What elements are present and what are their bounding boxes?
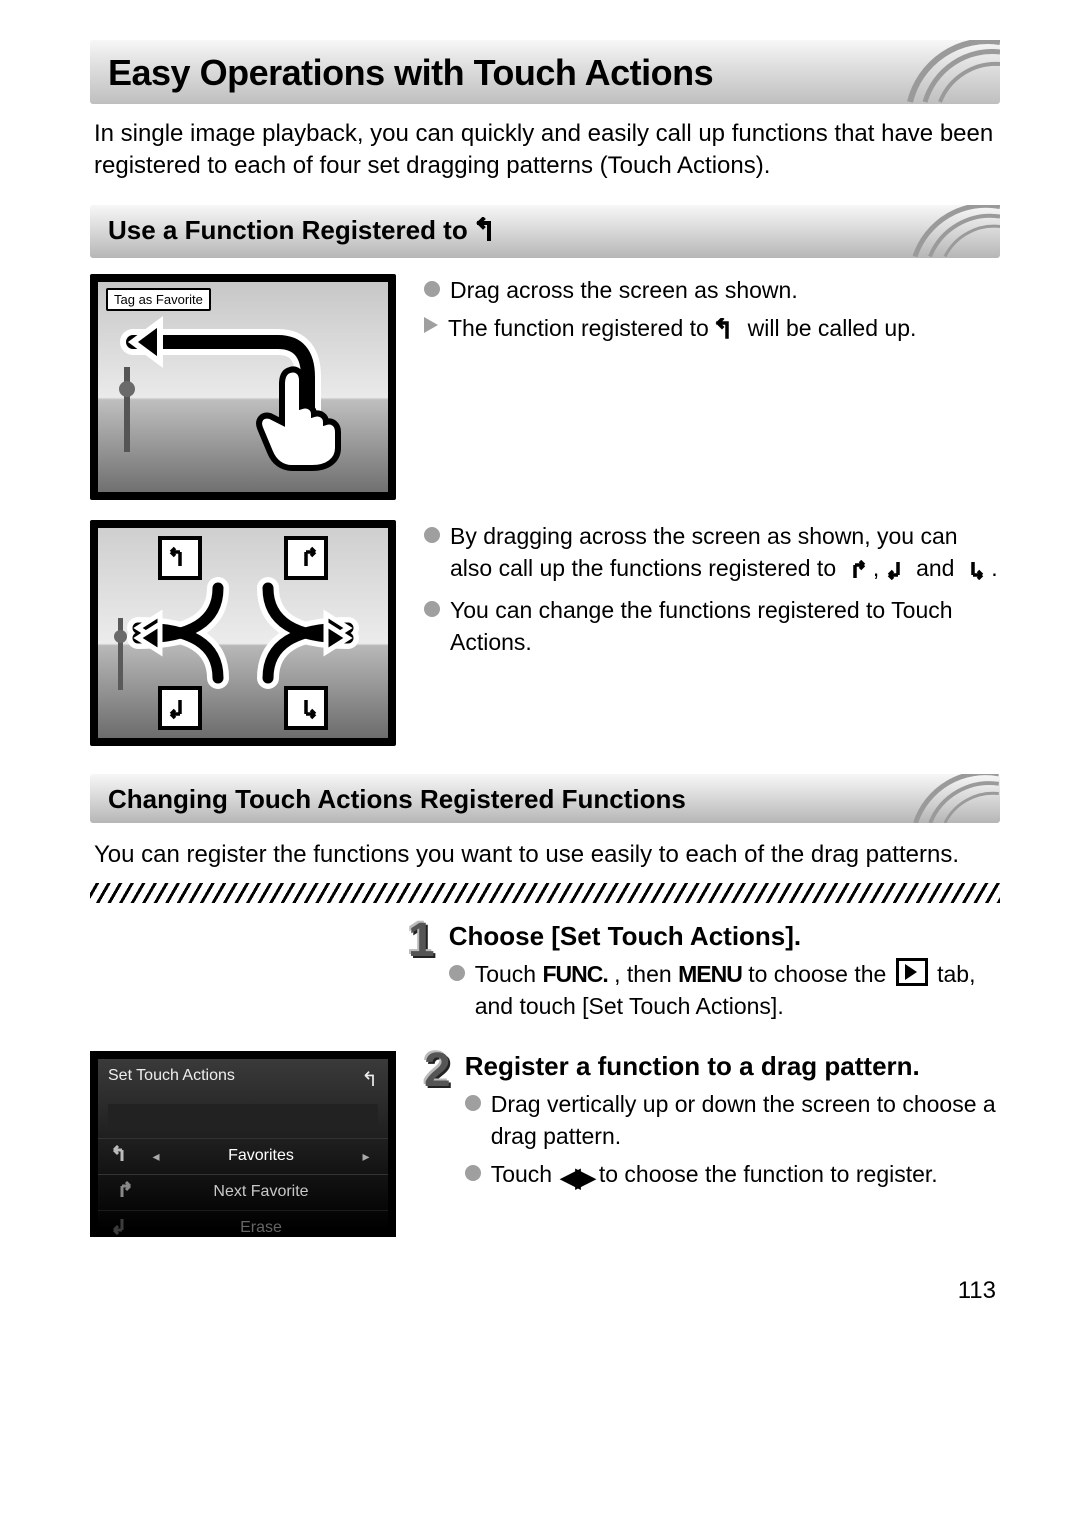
up-right-arrow-icon — [112, 1181, 148, 1204]
use-function-bullets-a: Drag across the screen as shown. The fun… — [424, 274, 1000, 500]
settings-header-label: Set Touch Actions — [108, 1067, 235, 1092]
four-direction-arrows — [98, 528, 388, 738]
bullet-text: Drag across the screen as shown. — [450, 274, 1000, 306]
down-right-arrow-icon — [961, 556, 985, 588]
result-triangle-icon — [424, 317, 438, 333]
subtitle-arc-decor — [880, 774, 1000, 823]
bullet-dot-icon — [424, 281, 440, 297]
bullet-text: Touch FUNC. , then MENU to choose the ta… — [475, 958, 1000, 1022]
bullet-text: Touch ◀▶ to choose the function to regis… — [491, 1158, 1000, 1195]
step-2-row: Set Touch Actions ↰ ◂ Favorites ▸ Next F… — [90, 1051, 1000, 1237]
use-function-title-text: Use a Function Registered to — [108, 215, 475, 245]
settings-row-label: Next Favorite — [164, 1183, 358, 1201]
bullet-dot-icon — [465, 1165, 481, 1181]
manual-page: Easy Operations with Touch Actions In si… — [0, 0, 1080, 1345]
use-function-row-2: By dragging across the screen as shown, … — [90, 520, 1000, 746]
up-right-arrow-icon — [843, 556, 867, 588]
menu-label: MENU — [678, 961, 742, 987]
use-function-section-title: Use a Function Registered to — [90, 205, 1000, 258]
step-title: Register a function to a drag pattern. — [465, 1051, 1000, 1082]
left-caret-icon: ◂ — [148, 1148, 164, 1165]
page-number: 113 — [90, 1277, 996, 1305]
left-right-arrows-icon: ◀▶ — [560, 1159, 590, 1195]
lead-paragraph: In single image playback, you can quickl… — [94, 118, 996, 183]
use-function-row-1: Tag as Favorite Drag across the screen a… — [90, 274, 1000, 500]
changing-functions-title-text: Changing Touch Actions Registered Functi… — [108, 784, 686, 814]
bullet-text: By dragging across the screen as shown, … — [450, 520, 1000, 588]
step-title: Choose [Set Touch Actions]. — [449, 921, 1000, 952]
step-number: 2 — [424, 1047, 451, 1202]
bullet-dot-icon — [424, 527, 440, 543]
step-number: 1 — [408, 917, 435, 1028]
settings-row-label: Favorites — [164, 1147, 358, 1165]
right-caret-icon: ▸ — [358, 1148, 374, 1165]
bullet-dot-icon — [465, 1095, 481, 1111]
settings-row: Next Favorite — [98, 1174, 388, 1210]
back-arrow-icon: ↰ — [361, 1067, 378, 1092]
drag-gesture-screenshot: Tag as Favorite — [90, 274, 396, 500]
up-left-arrow-icon — [475, 217, 505, 250]
down-left-arrow-icon — [112, 1217, 148, 1240]
pointing-hand-icon — [248, 362, 348, 472]
func-label: FUNC. — [542, 961, 607, 987]
settings-tab-bar — [108, 1104, 378, 1128]
changing-functions-section-title: Changing Touch Actions Registered Functi… — [90, 774, 1000, 823]
bullet-text: The function registered to will be calle… — [448, 312, 1000, 348]
settings-row: ◂ Favorites ▸ — [98, 1138, 388, 1174]
four-directions-screenshot — [90, 520, 396, 746]
up-left-arrow-icon — [715, 316, 741, 348]
playback-tab-icon — [896, 958, 928, 986]
title-arc-decor — [870, 40, 1000, 104]
settings-row: Erase — [98, 1210, 388, 1246]
bullet-dot-icon — [449, 965, 465, 981]
bullet-dot-icon — [424, 601, 440, 617]
use-function-bullets-b: By dragging across the screen as shown, … — [424, 520, 1000, 746]
bullet-text: Drag vertically up or down the screen to… — [491, 1088, 1000, 1152]
page-title: Easy Operations with Touch Actions — [108, 52, 713, 93]
changing-functions-lead: You can register the functions you want … — [94, 839, 996, 871]
down-left-arrow-icon — [886, 556, 910, 588]
step-1: 1 Choose [Set Touch Actions]. Touch FUNC… — [408, 921, 1000, 1028]
page-title-bar: Easy Operations with Touch Actions — [90, 40, 1000, 104]
bullet-text: You can change the functions registered … — [450, 594, 1000, 658]
settings-screenshot: Set Touch Actions ↰ ◂ Favorites ▸ Next F… — [90, 1051, 396, 1237]
subtitle-arc-decor — [880, 205, 1000, 258]
settings-row-label: Erase — [164, 1219, 358, 1237]
up-left-arrow-icon — [112, 1145, 148, 1168]
step-2: 2 Register a function to a drag pattern.… — [424, 1051, 1000, 1202]
hatched-divider — [90, 883, 1000, 903]
